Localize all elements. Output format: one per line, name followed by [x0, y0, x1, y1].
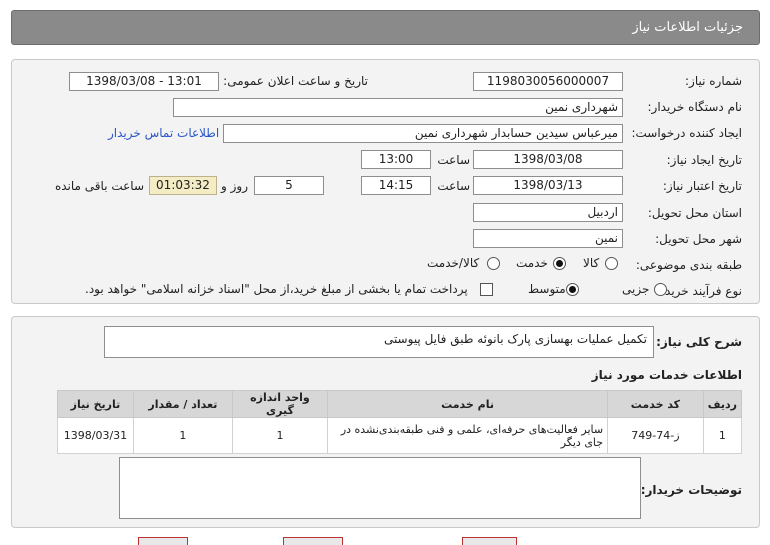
services-title: اطلاعات خدمات مورد نیاز: [591, 368, 742, 382]
remaining-time-label: ساعت باقی مانده: [54, 179, 144, 193]
category-service-label: خدمت: [516, 256, 548, 270]
category-goods-service-label: کالا/خدمت: [427, 256, 480, 270]
remaining-time-timer: 01:03:32: [149, 176, 217, 195]
buyer-org-field: شهرداری نمین: [173, 98, 623, 117]
announce-field: 1398/03/08 - 13:01: [69, 72, 219, 91]
col-row: ردیف: [702, 390, 743, 418]
treasury-payment-note: پرداخت تمام یا بخشی از مبلغ خرید،از محل …: [85, 282, 468, 296]
remaining-days-label: روز و: [221, 179, 248, 193]
process-minor-radio[interactable]: [654, 283, 667, 296]
col-service-code: کد خدمت: [607, 390, 704, 418]
cell-row: 1: [702, 417, 743, 454]
services-header-row: ردیف کد خدمت نام خدمت واحد اندازه گیری ت…: [57, 390, 743, 418]
buyer-notes-field: [119, 457, 641, 519]
buyer-org-label: نام دستگاه خریدار:: [647, 100, 743, 114]
validity-time-field: 14:15: [361, 176, 431, 195]
process-medium-label: متوسط: [528, 282, 566, 296]
requester-field: میرعباس سیدین حسابدار شهرداری نمین: [223, 124, 623, 143]
buyer-contact-link[interactable]: اطلاعات تماس خریدار: [108, 126, 219, 140]
summary-field: تکمیل عملیات بهسازی پارک بانوئه طبق فایل…: [104, 326, 654, 358]
city-field: نمین: [473, 229, 623, 248]
page-title: جزئیات اطلاعات نیاز: [632, 20, 743, 35]
cell-need-date: 1398/03/31: [57, 417, 134, 454]
remaining-days-field: 5: [254, 176, 324, 195]
buyer-notes-label: توضیحات خریدار:: [640, 483, 742, 497]
services-table: ردیف کد خدمت نام خدمت واحد اندازه گیری ت…: [57, 390, 743, 454]
col-need-date: تاریخ نیاز: [57, 390, 134, 418]
created-date-field: 1398/03/08: [473, 150, 623, 169]
col-quantity: تعداد / مقدار: [132, 390, 233, 418]
action-button-middle[interactable]: [283, 537, 343, 545]
cell-unit: 1: [231, 417, 329, 454]
page-header: جزئیات اطلاعات نیاز: [11, 10, 760, 45]
process-medium-radio[interactable]: [566, 283, 579, 296]
col-unit: واحد اندازه گیری: [231, 390, 329, 418]
created-time-field: 13:00: [361, 150, 431, 169]
category-goods-label: کالا: [583, 256, 600, 270]
action-button-right[interactable]: [462, 537, 517, 545]
process-minor-label: جزیی: [622, 282, 650, 296]
announce-label: تاریخ و ساعت اعلان عمومی:: [223, 74, 368, 88]
table-row: 1 ز-74-749 سایر فعالیت‌های حرفه‌ای، علمی…: [57, 417, 743, 454]
requester-label: ایجاد کننده درخواست:: [631, 126, 742, 140]
province-label: استان محل تحویل:: [647, 206, 742, 220]
category-service-radio[interactable]: [553, 257, 566, 270]
need-number-field: 1198030056000007: [473, 72, 623, 91]
category-goods-radio[interactable]: [605, 257, 618, 270]
cell-service-code: ز-74-749: [607, 417, 704, 454]
validity-date-field: 1398/03/13: [473, 176, 623, 195]
created-date-label: تاریخ ایجاد نیاز:: [666, 153, 742, 167]
process-label: نوع فرآیند خرید :: [657, 284, 742, 298]
category-goods-service-radio[interactable]: [487, 257, 500, 270]
cell-quantity: 1: [132, 417, 233, 454]
need-number-label: شماره نیاز:: [685, 74, 742, 88]
validity-time-label: ساعت: [437, 179, 470, 193]
validity-date-label: تاریخ اعتبار نیاز:: [662, 179, 742, 193]
summary-label: شرح کلی نیاز:: [656, 335, 742, 349]
created-time-label: ساعت: [437, 153, 470, 167]
treasury-payment-checkbox[interactable]: [480, 283, 493, 296]
action-button-left[interactable]: [138, 537, 188, 545]
cell-service-name: سایر فعالیت‌های حرفه‌ای، علمی و فنی طبقه…: [326, 417, 609, 454]
category-label: طبقه بندی موضوعی:: [635, 258, 742, 272]
province-field: اردبیل: [473, 203, 623, 222]
city-label: شهر محل تحویل:: [655, 232, 742, 246]
col-service-name: نام خدمت: [326, 390, 609, 418]
